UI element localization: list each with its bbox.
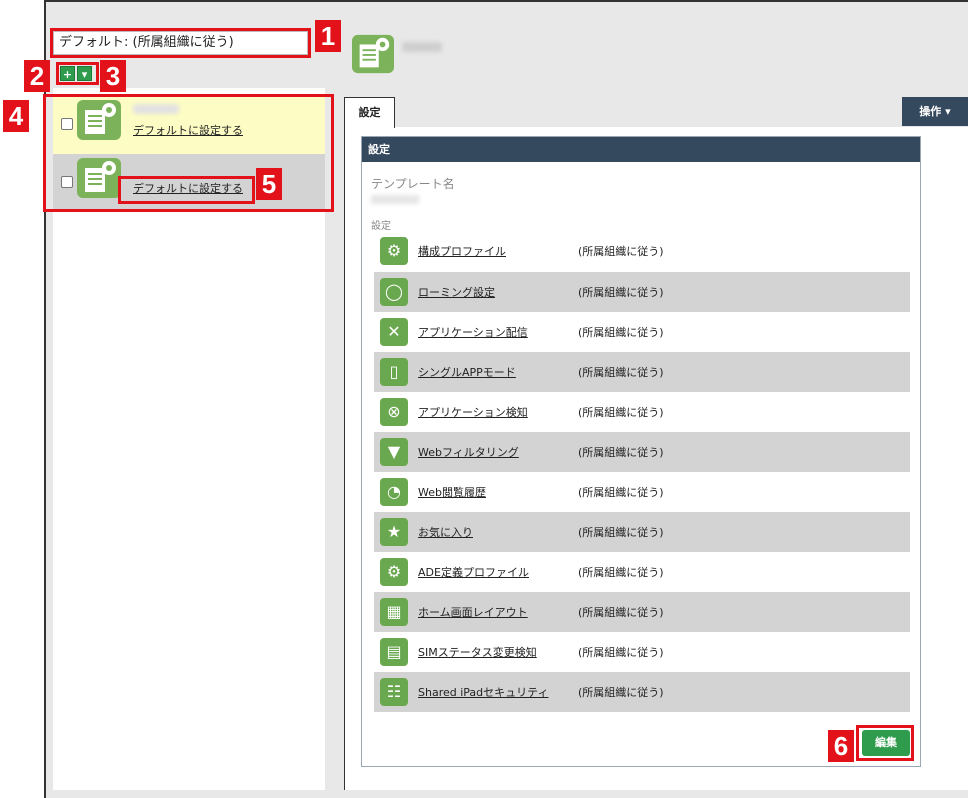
setting-link[interactable]: ホーム画面レイアウト [418, 604, 578, 620]
setting-row: ▼ Webフィルタリング (所属組織に従う) [374, 432, 910, 472]
setting-row: ◯ ローミング設定 (所属組織に従う) [374, 272, 910, 312]
setting-link[interactable]: Webフィルタリング [418, 444, 578, 460]
search-icon: ⊗ [380, 398, 408, 426]
annotation-box-1 [50, 28, 311, 58]
setting-link[interactable]: Shared iPadセキュリティ [418, 684, 578, 700]
setting-value: (所属組織に従う) [578, 245, 664, 258]
tools-icon: ✕ [380, 318, 408, 346]
template-header-icon [352, 34, 394, 74]
template-header-name [402, 42, 442, 52]
setting-row: ★ お気に入り (所属組織に従う) [374, 512, 910, 552]
setting-value: (所属組織に従う) [578, 686, 664, 699]
annotation-badge-4: 4 [3, 100, 29, 132]
annotation-badge-5: 5 [256, 168, 282, 200]
setting-link[interactable]: SIMステータス変更検知 [418, 644, 578, 660]
users-icon: ☷ [380, 678, 408, 706]
filter-icon: ▼ [380, 438, 408, 466]
panel-title: 設定 [362, 137, 920, 162]
setting-link[interactable]: アプリケーション配信 [418, 324, 578, 340]
setting-row: ⚙ ADE定義プロファイル (所属組織に従う) [374, 552, 910, 592]
setting-value: (所属組織に従う) [578, 446, 664, 459]
annotation-badge-2: 2 [24, 60, 50, 92]
setting-link[interactable]: ローミング設定 [418, 284, 578, 300]
lock-device-icon: ▯ [380, 358, 408, 386]
operations-menu-button[interactable]: 操作 ▾ [902, 97, 968, 126]
annotation-box-6 [856, 725, 914, 761]
setting-row: ⊗ アプリケーション検知 (所属組織に従う) [374, 392, 910, 432]
gear-icon: ⚙ [380, 558, 408, 586]
setting-value: (所属組織に従う) [578, 486, 664, 499]
setting-row: ⚙ 構成プロファイル (所属組織に従う) [374, 231, 910, 271]
setting-value: (所属組織に従う) [578, 326, 664, 339]
sim-icon: ▤ [380, 638, 408, 666]
template-name-value [371, 195, 419, 204]
setting-value: (所属組織に従う) [578, 566, 664, 579]
setting-value: (所属組織に従う) [578, 286, 664, 299]
settings-label: 設定 [371, 221, 391, 232]
history-icon: ◔ [380, 478, 408, 506]
grid-icon: ▦ [380, 598, 408, 626]
setting-link[interactable]: お気に入り [418, 524, 578, 540]
setting-link[interactable]: アプリケーション検知 [418, 404, 578, 420]
setting-row: ✕ アプリケーション配信 (所属組織に従う) [374, 312, 910, 352]
template-name-label: テンプレート名 [371, 177, 455, 191]
setting-value: (所属組織に従う) [578, 366, 664, 379]
tab-settings[interactable]: 設定 [344, 97, 395, 128]
setting-value: (所属組織に従う) [578, 406, 664, 419]
setting-value: (所属組織に従う) [578, 606, 664, 619]
setting-link[interactable]: シングルAPPモード [418, 364, 578, 380]
annotation-badge-3: 3 [100, 60, 126, 92]
setting-value: (所属組織に従う) [578, 646, 664, 659]
setting-row: ☷ Shared iPadセキュリティ (所属組織に従う) [374, 672, 910, 712]
globe-icon: ◯ [380, 278, 408, 306]
settings-panel: 設定 テンプレート名 設定 ⚙ 構成プロファイル (所属組織に従う) ◯ ローミ… [361, 136, 921, 767]
setting-value: (所属組織に従う) [578, 526, 664, 539]
annotation-box-5 [118, 176, 255, 204]
setting-link[interactable]: Web閲覧履歴 [418, 484, 578, 500]
setting-row: ▤ SIMステータス変更検知 (所属組織に従う) [374, 632, 910, 672]
annotation-badge-6: 6 [828, 730, 854, 762]
gear-icon: ⚙ [380, 237, 408, 265]
setting-link[interactable]: 構成プロファイル [418, 243, 578, 259]
annotation-badge-1: 1 [315, 20, 341, 52]
star-icon: ★ [380, 518, 408, 546]
setting-row: ▦ ホーム画面レイアウト (所属組織に従う) [374, 592, 910, 632]
setting-link[interactable]: ADE定義プロファイル [418, 564, 578, 580]
setting-row: ◔ Web閲覧履歴 (所属組織に従う) [374, 472, 910, 512]
annotation-box-2-3 [56, 62, 99, 85]
setting-row: ▯ シングルAPPモード (所属組織に従う) [374, 352, 910, 392]
